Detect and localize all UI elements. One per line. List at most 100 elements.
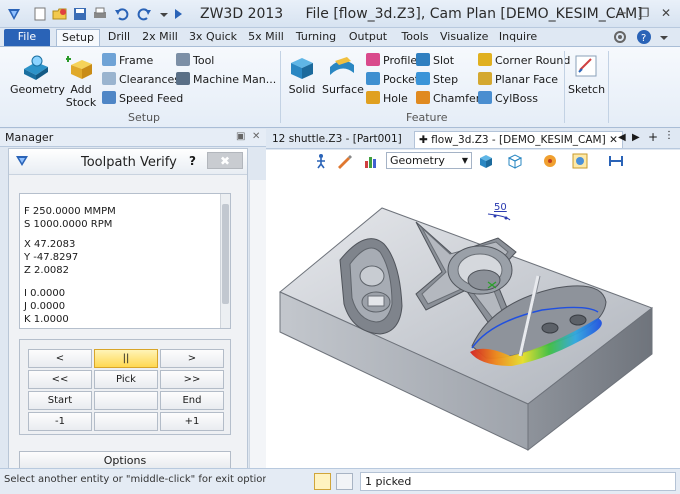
- attributes-icon[interactable]: [364, 153, 380, 172]
- open-folder-icon[interactable]: [52, 6, 68, 22]
- vector-i: I 0.0000: [24, 288, 66, 299]
- filter-pencil-icon[interactable]: [336, 153, 354, 172]
- doc-tab-flow[interactable]: ✚ flow_3d.Z3 - [DEMO_KESIM_CAM] ✕: [414, 131, 623, 148]
- surface-button[interactable]: Surface: [322, 53, 364, 96]
- title-bar: ZW3D 2013 File [flow_3d.Z3], Cam Plan [D…: [0, 0, 680, 28]
- close-icon[interactable]: ✕: [609, 134, 618, 146]
- pin-icon[interactable]: ▣: [236, 131, 245, 142]
- tool-button[interactable]: Tool: [176, 53, 214, 69]
- tab-file[interactable]: File: [4, 29, 50, 46]
- tab-tools[interactable]: Tools: [398, 29, 432, 46]
- sketch-button[interactable]: Sketch: [568, 53, 605, 96]
- app-logo-icon[interactable]: [6, 6, 22, 22]
- pocket-button[interactable]: Pocket: [366, 72, 419, 88]
- machine-manager-button[interactable]: Machine Man...: [176, 72, 276, 88]
- new-file-icon[interactable]: [32, 6, 48, 22]
- pause-button[interactable]: ||: [94, 349, 158, 368]
- verify-close-button[interactable]: ✖: [207, 152, 243, 169]
- planar-face-label: Planar Face: [495, 73, 559, 86]
- tab-setup[interactable]: Setup: [56, 29, 100, 46]
- plus-one-button[interactable]: +1: [160, 412, 224, 431]
- view-list-toggle[interactable]: [336, 473, 353, 490]
- tab-2x-mill[interactable]: 2x Mill: [140, 29, 180, 46]
- tab-scroll-left-icon[interactable]: ◀: [618, 132, 626, 143]
- filter-combo[interactable]: Geometry ▼: [386, 152, 472, 169]
- hole-icon: [366, 91, 380, 104]
- tab-scroll-right-icon[interactable]: ▶: [632, 132, 640, 143]
- view-orientation-icon[interactable]: [572, 153, 588, 172]
- corner-round-label: Corner Round: [495, 54, 571, 67]
- minimize-icon[interactable]: ─: [614, 6, 630, 20]
- restore-icon[interactable]: ❐: [636, 6, 652, 20]
- close-icon[interactable]: ✕: [252, 131, 260, 142]
- help-icon[interactable]: ?: [636, 29, 652, 45]
- tab-visualize[interactable]: Visualize: [440, 29, 488, 46]
- verify-help-button[interactable]: ?: [189, 154, 196, 168]
- undo-icon[interactable]: [114, 6, 130, 22]
- app-name: ZW3D 2013: [200, 6, 284, 22]
- geometry-button[interactable]: Geometry: [10, 53, 65, 96]
- cad-viewport[interactable]: 50: [266, 172, 680, 468]
- clearances-button[interactable]: Clearances: [102, 72, 180, 88]
- doc-tab-shuttle[interactable]: 12 shuttle.Z3 - [Part001]: [268, 131, 406, 148]
- section-view-icon[interactable]: [608, 153, 624, 172]
- machine-manager-label: Machine Man...: [193, 73, 277, 86]
- save-icon[interactable]: [72, 6, 88, 22]
- start-button[interactable]: Start: [28, 391, 92, 410]
- end-button[interactable]: End: [160, 391, 224, 410]
- machine-icon: [176, 72, 190, 85]
- toolpath-verify-panel: Toolpath Verify ? ✖ F 250.0000 MMPM S 10…: [8, 148, 248, 474]
- minus-one-button[interactable]: -1: [28, 412, 92, 431]
- pocket-icon: [366, 72, 380, 85]
- verify-title: Toolpath Verify: [81, 155, 177, 170]
- step-forward-button[interactable]: >: [160, 349, 224, 368]
- add-stock-button[interactable]: Add Stock: [64, 53, 98, 109]
- tab-drill[interactable]: Drill: [104, 29, 134, 46]
- pick-mode-icon[interactable]: [314, 153, 328, 172]
- readout-scrollbar[interactable]: [220, 194, 230, 328]
- solid-icon: [287, 53, 317, 81]
- tab-inquire[interactable]: Inquire: [496, 29, 540, 46]
- render-style-icon[interactable]: [542, 153, 558, 172]
- pick-filter-toggle[interactable]: [314, 473, 331, 490]
- solid-button[interactable]: Solid: [284, 53, 320, 96]
- step-back-button[interactable]: <: [28, 349, 92, 368]
- filter-combo-value: Geometry: [390, 154, 445, 167]
- hole-button[interactable]: Hole: [366, 91, 408, 107]
- view-cube-icon[interactable]: [506, 153, 524, 172]
- speed-feed-button[interactable]: Speed Feed: [102, 91, 183, 107]
- redo-icon[interactable]: [136, 6, 152, 22]
- tab-output[interactable]: Output: [348, 29, 388, 46]
- pick-button[interactable]: Pick: [94, 370, 158, 389]
- tab-5x-mill[interactable]: 5x Mill: [246, 29, 286, 46]
- corner-round-button[interactable]: Corner Round: [478, 53, 570, 69]
- slot-button[interactable]: Slot: [416, 53, 454, 69]
- fast-forward-button[interactable]: >>: [160, 370, 224, 389]
- tab-menu-icon[interactable]: ⋮: [664, 130, 674, 141]
- step-button[interactable]: Step: [416, 72, 458, 88]
- geometry-label: Geometry: [10, 83, 65, 96]
- frame-icon: [102, 53, 116, 66]
- scrollbar-thumb[interactable]: [222, 204, 229, 304]
- print-icon[interactable]: [92, 6, 108, 22]
- group-separator: [608, 51, 609, 123]
- tab-turning[interactable]: Turning: [294, 29, 338, 46]
- play-icon[interactable]: [170, 6, 186, 22]
- cylboss-button[interactable]: CylBoss: [478, 91, 538, 107]
- tab-3x-quick[interactable]: 3x Quick: [188, 29, 238, 46]
- close-icon[interactable]: ✕: [658, 6, 674, 20]
- shade-mode-icon[interactable]: [478, 153, 494, 172]
- profile-button[interactable]: Profile: [366, 53, 417, 69]
- frame-button[interactable]: Frame: [102, 53, 153, 69]
- blank-button[interactable]: [94, 412, 158, 431]
- chamfer-button[interactable]: Chamfer: [416, 91, 480, 107]
- planar-face-button[interactable]: Planar Face: [478, 72, 558, 88]
- new-tab-icon[interactable]: +: [648, 130, 658, 144]
- pin-icon: ✚: [419, 134, 428, 146]
- blank-button[interactable]: [94, 391, 158, 410]
- hole-label: Hole: [383, 92, 408, 105]
- slot-label: Slot: [433, 54, 455, 67]
- rewind-button[interactable]: <<: [28, 370, 92, 389]
- options-icon[interactable]: [612, 29, 628, 45]
- help-dropdown-icon[interactable]: [656, 29, 672, 45]
